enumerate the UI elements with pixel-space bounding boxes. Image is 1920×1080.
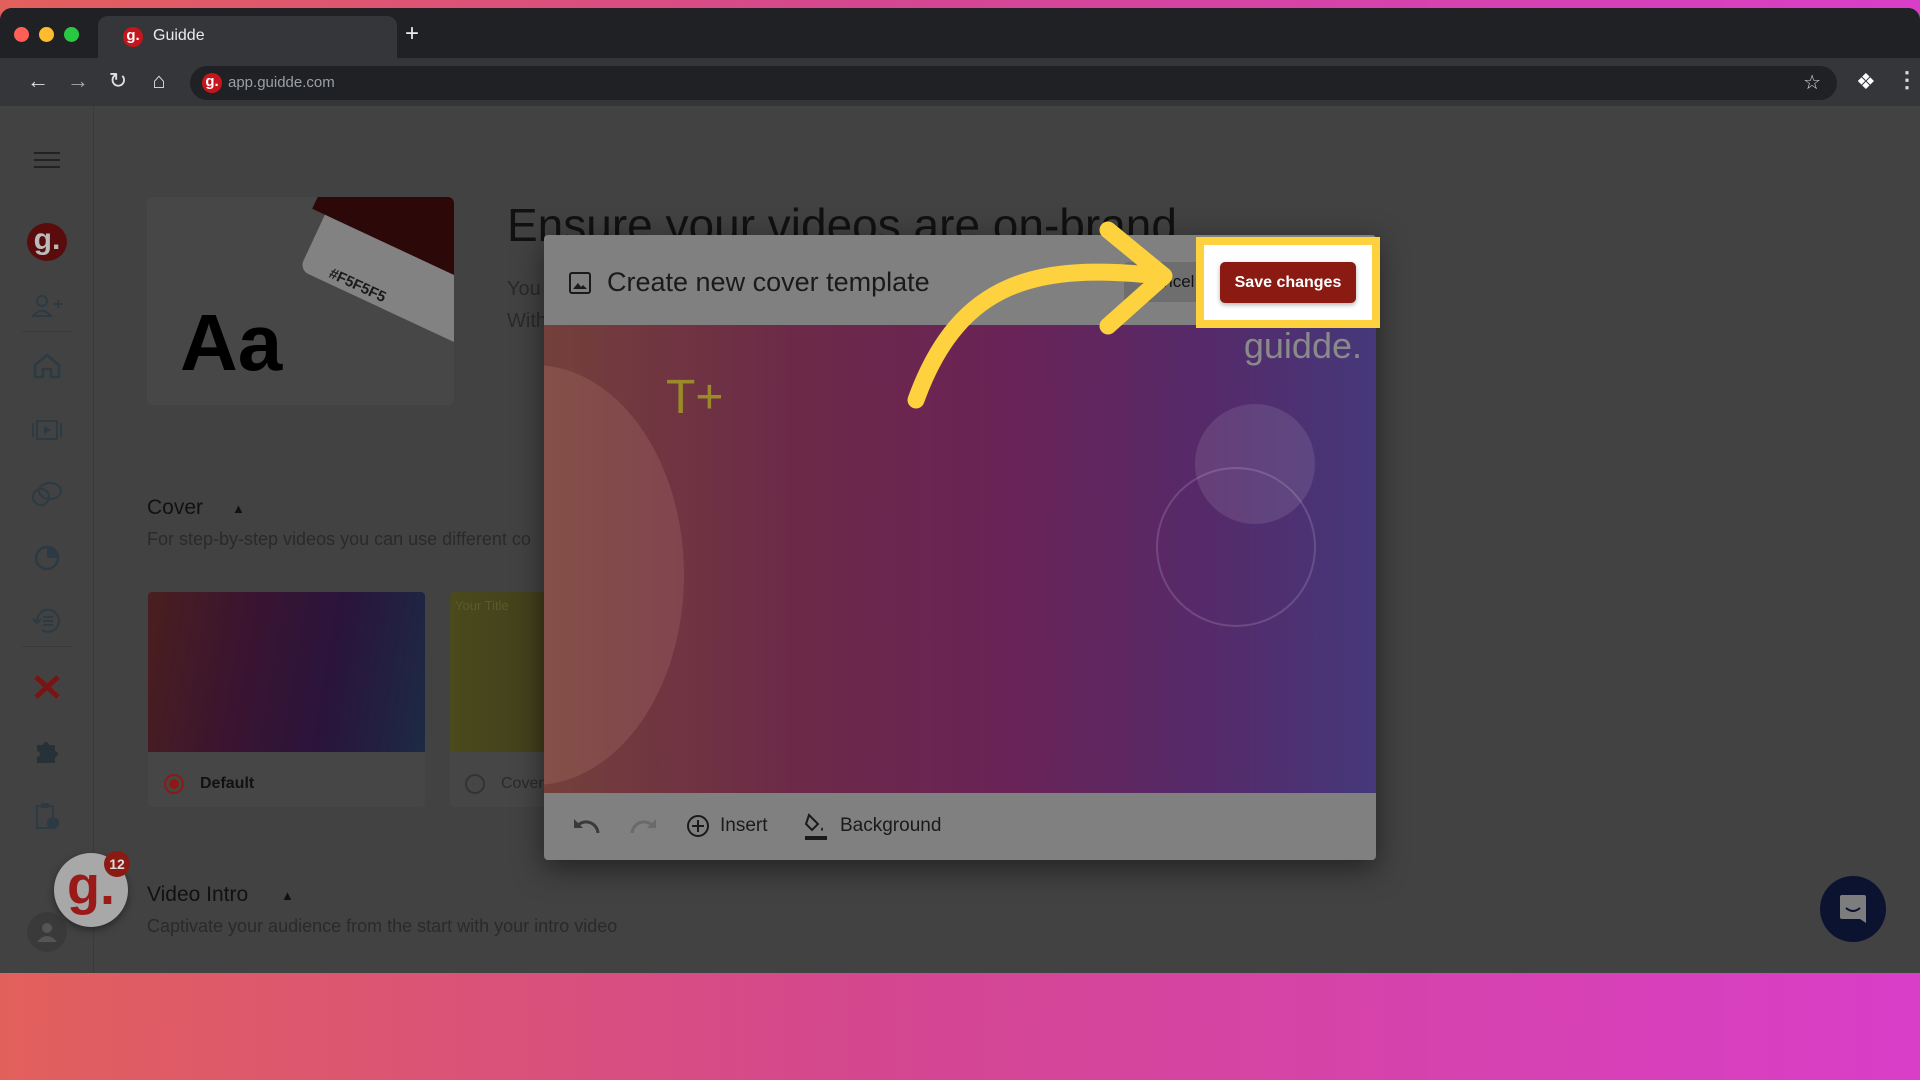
guidde-favicon: g. [123,27,143,47]
integrations-icon[interactable] [27,733,67,769]
logo-text: g. [27,223,67,261]
address-bar[interactable]: g. app.guidde.com ☆ [190,66,1837,100]
collapse-cover-icon[interactable]: ▲ [232,501,245,516]
tab-bar: g. Guidde + [0,8,1920,58]
notification-badge: 12 [104,851,130,877]
videos-icon[interactable] [27,412,67,448]
brand-preview-card: #F5F5F5 Aa [147,197,454,405]
dialog-toolbar: Insert Background [544,793,1376,860]
image-icon [569,272,591,294]
paint-bucket-icon [804,813,827,840]
chat-icon [1840,895,1866,923]
maximize-window-button[interactable] [64,27,79,42]
dialog-title: Create new cover template [607,267,930,297]
video-intro-title: Video Intro [147,883,249,906]
reload-icon[interactable]: ↻ [104,68,132,94]
cover-card-label: Default [200,775,255,792]
clipboard-icon[interactable] [27,798,67,834]
browser-window: g. Guidde + ← → ↻ ⌂ g. app.guidde.com ☆ … [0,8,1920,973]
redo-icon[interactable] [628,815,658,835]
extensions-puzzle-icon[interactable]: ❖ [1856,69,1876,95]
guidde-watermark: guidde. [1243,325,1362,366]
background-button[interactable]: Background [804,809,941,843]
close-window-button[interactable] [14,27,29,42]
home-nav-icon[interactable] [27,348,67,384]
intro-line-1: You [507,278,541,300]
menu-icon[interactable] [27,142,67,178]
analytics-icon[interactable] [27,540,67,576]
insert-label: Insert [720,815,768,836]
cover-canvas[interactable]: T+ guidde. [544,325,1376,793]
bookmark-star-icon[interactable]: ☆ [1803,70,1821,95]
cover-card-default[interactable]: Default [148,592,425,807]
background-label: Background [840,815,942,836]
cover-template-dialog: Create new cover template Cancel T+ guid… [544,235,1376,860]
workspace-logo[interactable]: g. [27,223,67,261]
font-sample: Aa [180,298,283,387]
save-changes-button[interactable]: Save changes [1220,262,1356,303]
cover-preview-title: Your Title [455,598,509,613]
profile-avatar[interactable] [27,912,67,952]
site-favicon: g. [202,73,222,93]
invite-user-icon[interactable] [27,288,67,324]
home-icon[interactable]: ⌂ [145,68,173,94]
back-icon[interactable]: ← [24,68,52,94]
cover-section-title: Cover [147,496,204,519]
video-intro-description: Captivate your audience from the start w… [147,916,618,936]
chat-support-button[interactable] [1820,876,1886,942]
add-circle-icon [687,815,709,837]
collapse-video-intro-icon[interactable]: ▲ [281,888,294,903]
add-text-button[interactable]: T+ [666,370,723,425]
history-icon[interactable] [27,603,67,639]
browser-menu-icon[interactable]: ⋮ [1896,67,1918,93]
forward-icon[interactable]: → [64,68,92,94]
browser-toolbar: ← → ↻ ⌂ g. app.guidde.com ☆ ❖ ⋮ [0,58,1920,106]
app-content: g. #F5F5F5 Aa Ensure your videos are on-… [0,106,1920,973]
cover-section-description: For step-by-step videos you can use diff… [147,529,531,549]
tab-title: Guidde [153,27,205,44]
insert-button[interactable]: Insert [686,811,768,841]
highlight-box: Save changes [1196,237,1380,328]
radio-unselected[interactable] [465,774,485,794]
radio-selected[interactable] [164,774,184,794]
spaces-icon[interactable] [27,476,67,512]
url-text: app.guidde.com [228,74,335,91]
new-tab-button[interactable]: + [405,20,419,48]
undo-icon[interactable] [572,815,602,835]
brand-kit-icon[interactable] [27,669,67,705]
intro-line-2: With [507,310,547,332]
sidebar: g. [0,106,94,973]
cover-card-label: Cover [501,775,544,792]
minimize-window-button[interactable] [39,27,54,42]
browser-tab[interactable]: g. Guidde [98,16,397,58]
